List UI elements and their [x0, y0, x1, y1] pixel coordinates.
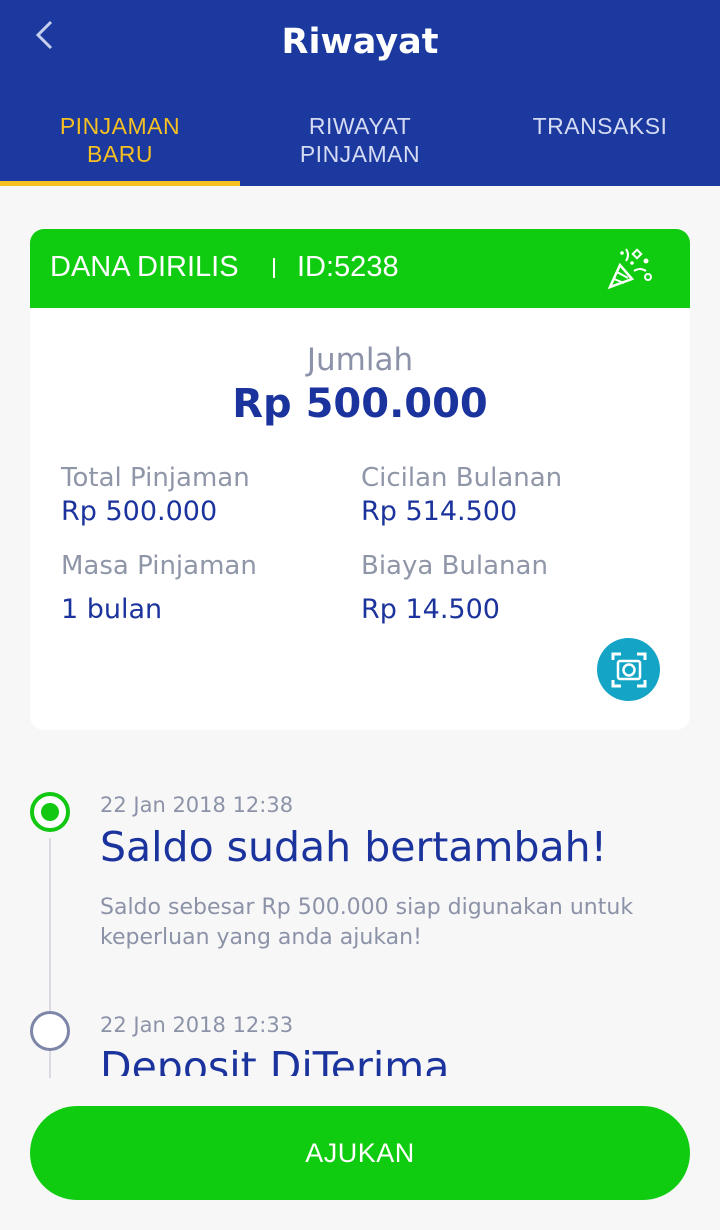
- timeline: 22 Jan 2018 12:38 Saldo sudah bertambah!…: [0, 760, 720, 1076]
- event-time: 22 Jan 2018 12:33: [100, 1013, 294, 1037]
- amount-value: Rp 500.000: [232, 381, 488, 427]
- active-tab-indicator: [0, 181, 240, 186]
- monthly-fee-label: Biaya Bulanan: [361, 551, 548, 581]
- loan-period-label: Masa Pinjaman: [61, 551, 257, 581]
- loan-period-value: 1 bulan: [61, 594, 163, 625]
- event-title: Saldo sudah bertambah!: [100, 823, 608, 871]
- event-title: Deposit DiTerima: [100, 1043, 450, 1076]
- loan-status: DANA DIRILIS: [50, 251, 239, 283]
- party-popper-icon: [607, 248, 652, 290]
- camera-button[interactable]: [597, 638, 660, 701]
- loan-card: DANA DIRILIS ID:5238 Jumlah Rp 500.000 T…: [30, 229, 690, 730]
- monthly-fee-value: Rp 14.500: [361, 594, 500, 625]
- event-description: Saldo sebesar Rp 500.000 siap digunakan …: [100, 895, 634, 950]
- tab-transaksi[interactable]: TRANSAKSI: [480, 98, 720, 186]
- loan-id: ID:5238: [297, 251, 399, 283]
- divider: [273, 258, 275, 278]
- monthly-installment-label: Cicilan Bulanan: [361, 463, 563, 493]
- timeline-dot-active: [30, 792, 70, 832]
- page-title: Riwayat: [281, 22, 439, 62]
- app-header: Riwayat PINJAMAN BARU RIWAYAT PINJAMAN T…: [0, 0, 720, 186]
- tab-pinjaman-baru[interactable]: PINJAMAN BARU: [0, 98, 240, 186]
- tab-riwayat-pinjaman[interactable]: RIWAYAT PINJAMAN: [240, 98, 480, 186]
- tab-label: PINJAMAN BARU: [59, 113, 181, 167]
- amount-label: Jumlah: [306, 342, 414, 378]
- tab-label: TRANSAKSI: [532, 113, 668, 139]
- monthly-installment-value: Rp 514.500: [361, 496, 518, 527]
- tab-label: RIWAYAT PINJAMAN: [299, 113, 421, 167]
- camera-icon: [611, 652, 646, 687]
- total-loan-value: Rp 500.000: [61, 496, 218, 527]
- loan-status-bar: DANA DIRILIS ID:5238: [30, 229, 690, 308]
- total-loan-label: Total Pinjaman: [61, 463, 250, 493]
- timeline-dot-inactive: [30, 1011, 70, 1051]
- event-time: 22 Jan 2018 12:38: [100, 793, 294, 817]
- submit-button[interactable]: AJUKAN: [30, 1106, 690, 1200]
